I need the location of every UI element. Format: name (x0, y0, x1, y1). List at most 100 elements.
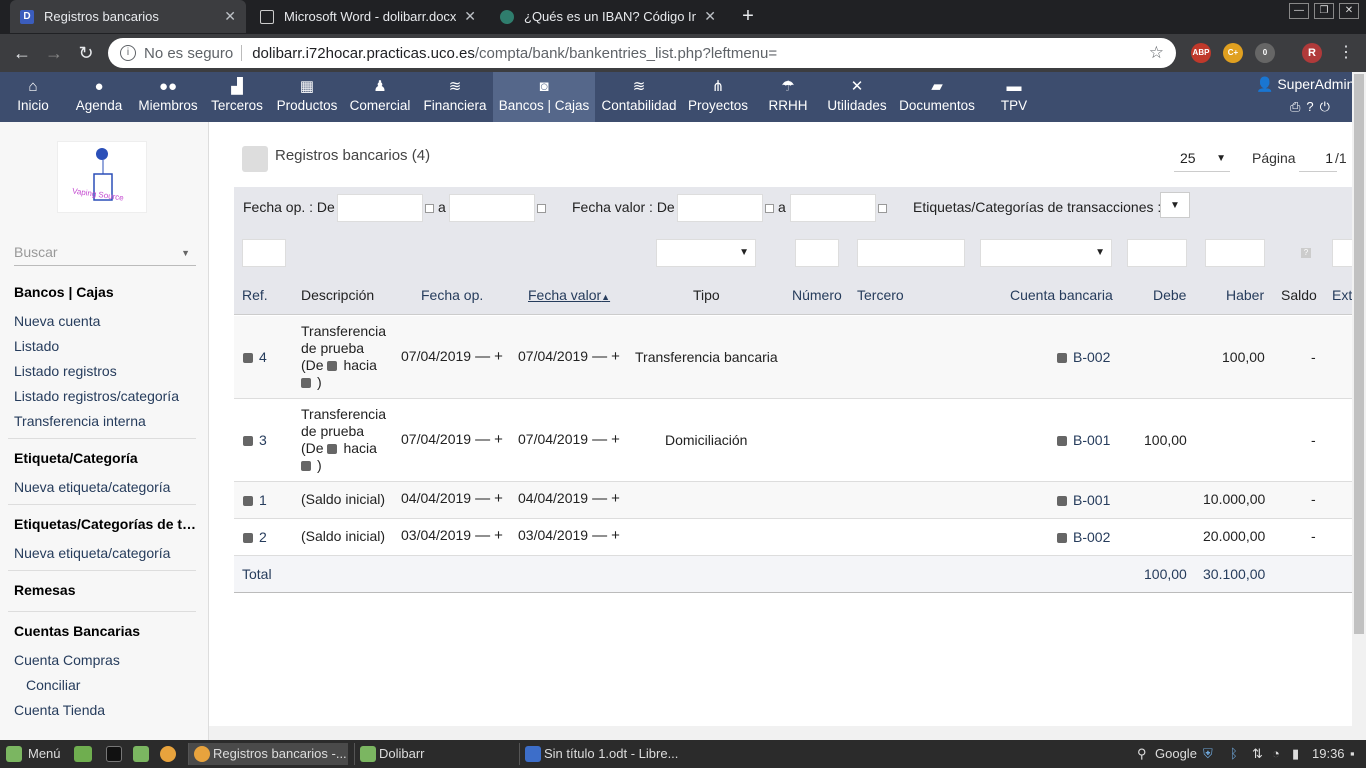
minus-icon[interactable]: — (475, 490, 490, 507)
files-icon[interactable] (133, 746, 149, 762)
sidebar-item-listado-registros-categoria[interactable]: Listado registros/categoría (14, 388, 179, 404)
sidebar-item-conciliar[interactable]: Conciliar (26, 677, 80, 693)
minus-icon[interactable]: — (475, 431, 490, 448)
fecha-valor-to-input[interactable] (790, 194, 876, 222)
menu-terceros[interactable]: ▟ Terceros (208, 72, 266, 122)
th-tercero[interactable]: Tercero (857, 287, 904, 303)
bookmark-star-icon[interactable]: ☆ (1149, 43, 1164, 63)
close-tab-icon[interactable]: ✕ (704, 8, 716, 25)
menu-documentos[interactable]: ▰ Documentos (898, 72, 976, 122)
forward-icon[interactable]: → (42, 41, 66, 65)
calendar-icon[interactable] (537, 204, 546, 213)
battery-icon[interactable]: ▮ (1292, 743, 1299, 765)
sidebar-header-etiquetas-transacciones[interactable]: Etiquetas/Categorías de t… (14, 516, 196, 532)
ref-link[interactable]: 3 (243, 432, 267, 448)
menu-contabilidad[interactable]: ≋ Contabilidad (600, 72, 678, 122)
scrollbar-thumb[interactable] (1354, 74, 1364, 634)
sidebar-header-etiqueta[interactable]: Etiqueta/Categoría (14, 450, 138, 466)
ref-filter-input[interactable] (242, 239, 286, 267)
company-logo[interactable]: Vaping Source (57, 141, 147, 213)
bluetooth-icon[interactable]: ᛒ (1230, 743, 1238, 765)
user-name[interactable]: 👤 SuperAdmin (1256, 76, 1354, 93)
minimize-window-icon[interactable]: — (1289, 3, 1309, 19)
close-tab-icon[interactable]: ✕ (464, 8, 476, 25)
address-bar[interactable]: i No es seguro dolibarr.i72hocar.practic… (108, 38, 1176, 68)
plus-icon[interactable]: + (494, 348, 503, 365)
profile-avatar[interactable]: R (1302, 43, 1322, 63)
info-icon[interactable]: i (120, 45, 136, 61)
menu-rrhh[interactable]: ☂ RRHH (765, 72, 811, 122)
menu-miembros[interactable]: ●● Miembros (137, 72, 199, 122)
logout-icon[interactable]: ⏻ (1320, 99, 1336, 114)
minus-icon[interactable]: — (592, 431, 607, 448)
menu-productos[interactable]: ▦ Productos (275, 72, 339, 122)
sidebar-item-cuenta-tienda[interactable]: Cuenta Tienda (14, 702, 105, 718)
calendar-icon[interactable] (878, 204, 887, 213)
ext-filter-input[interactable] (1332, 239, 1352, 267)
th-fecha-valor[interactable]: Fecha valor▲ (528, 287, 610, 303)
notifications-icon[interactable]: ▪ (1350, 743, 1355, 765)
th-debe[interactable]: Debe (1153, 287, 1186, 303)
fecha-op-from-input[interactable] (337, 194, 423, 222)
cuenta-link[interactable]: B-001 (1057, 432, 1110, 448)
back-icon[interactable]: ← (10, 41, 34, 65)
menu-tpv[interactable]: ▬ TPV (994, 72, 1034, 122)
puzzle-extension-icon[interactable]: 0 (1255, 43, 1275, 63)
sidebar-item-nueva-etiqueta-2[interactable]: Nueva etiqueta/categoría (14, 545, 170, 561)
sidebar-item-listado-registros[interactable]: Listado registros (14, 363, 117, 379)
horizontal-scrollbar[interactable] (209, 726, 1352, 740)
menu-comercial[interactable]: ♟ Comercial (348, 72, 412, 122)
th-cuenta-bancaria[interactable]: Cuenta bancaria (1010, 287, 1113, 303)
ref-link[interactable]: 1 (243, 492, 267, 508)
tab-registros-bancarios[interactable]: D Registros bancarios ✕ (10, 0, 246, 33)
ref-link[interactable]: 2 (243, 529, 267, 545)
menu-inicio[interactable]: ⌂ Inicio (10, 72, 56, 122)
tab-iban[interactable]: ¿Qués es un IBAN? Código Inter ✕ (490, 0, 726, 33)
th-haber[interactable]: Haber (1226, 287, 1264, 303)
plus-icon[interactable]: + (611, 490, 620, 507)
th-ref[interactable]: Ref. (242, 287, 268, 303)
new-tab-icon[interactable]: + (736, 5, 760, 29)
fecha-valor-from-input[interactable] (677, 194, 763, 222)
bank-account-icon[interactable] (327, 444, 338, 454)
vertical-scrollbar[interactable] (1352, 72, 1366, 740)
menu-dots-icon[interactable]: ⋮ (1334, 41, 1358, 65)
debe-filter-input[interactable] (1127, 239, 1187, 267)
sidebar-header-cuentas-bancarias[interactable]: Cuentas Bancarias (14, 623, 140, 639)
mint-menu-icon[interactable] (6, 746, 22, 762)
bank-account-icon[interactable] (327, 361, 338, 371)
help-icon[interactable]: ? (1306, 99, 1319, 114)
sidebar-item-listado[interactable]: Listado (14, 338, 59, 354)
menu-financiera[interactable]: ≋ Financiera (421, 72, 489, 122)
cuenta-link[interactable]: B-001 (1057, 492, 1110, 508)
search-select[interactable]: Buscar ▼ (14, 244, 196, 266)
menu-button[interactable]: Menú (28, 743, 61, 765)
taskbar-window-dolibarr[interactable]: Dolibarr (354, 743, 514, 765)
close-tab-icon[interactable]: ✕ (224, 8, 236, 25)
clock[interactable]: 19:36 (1312, 743, 1345, 765)
plus-icon[interactable]: + (611, 348, 620, 365)
tab-microsoft-word[interactable]: Microsoft Word - dolibarr.docx ✕ (250, 0, 486, 33)
chrome-icon[interactable] (160, 746, 176, 762)
plus-icon[interactable]: + (494, 527, 503, 544)
sidebar-header-bancos[interactable]: Bancos | Cajas (14, 284, 114, 300)
print-icon[interactable]: ⎙ (1290, 99, 1306, 114)
shield-icon[interactable]: ⛨ (1203, 743, 1213, 765)
sidebar-item-nueva-cuenta[interactable]: Nueva cuenta (14, 313, 100, 329)
th-fecha-op[interactable]: Fecha op. (421, 287, 483, 303)
cuenta-filter-select[interactable]: ▼ (980, 239, 1112, 267)
tercero-filter-input[interactable] (857, 239, 965, 267)
adblock-extension-icon[interactable]: ABP (1191, 43, 1211, 63)
haber-filter-input[interactable] (1205, 239, 1265, 267)
search-provider[interactable]: Google (1155, 743, 1197, 765)
search-icon[interactable]: ⚲ (1137, 743, 1147, 765)
menu-utilidades[interactable]: ✕ Utilidades (826, 72, 888, 122)
bank-account-icon[interactable] (301, 378, 311, 388)
page-input[interactable]: 1 (1299, 146, 1337, 172)
calendar-icon[interactable] (765, 204, 774, 213)
th-ext[interactable]: Ext (1332, 287, 1352, 303)
per-page-select[interactable]: 25 ▼ (1174, 146, 1230, 172)
reload-icon[interactable]: ↻ (74, 41, 98, 65)
calendar-icon[interactable] (425, 204, 434, 213)
numero-filter-input[interactable] (795, 239, 839, 267)
